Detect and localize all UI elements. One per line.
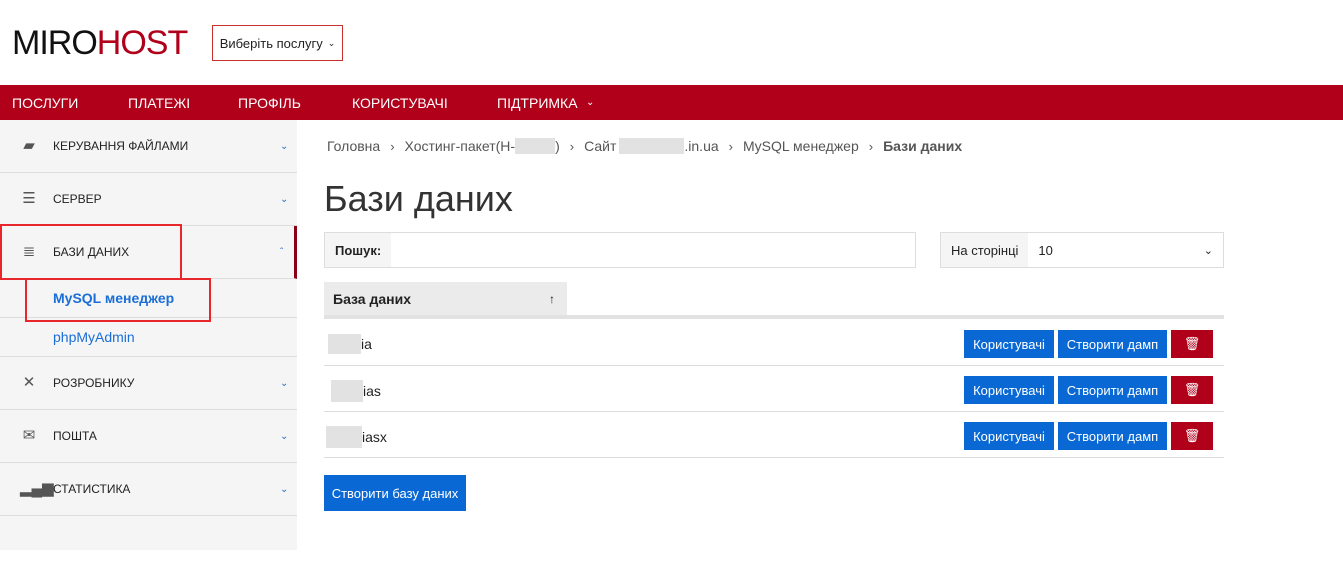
create-database-button[interactable]: Створити базу даних [324, 475, 466, 511]
highlight-box [25, 278, 211, 322]
table-row: iasx Користувачі Створити дамп 🗑 [324, 412, 1224, 458]
chevron-right-icon: › [569, 138, 575, 154]
trash-icon: 🗑 [1183, 336, 1201, 351]
delete-button[interactable]: 🗑 [1171, 330, 1213, 358]
logo[interactable]: MIROHOST [12, 26, 188, 60]
table-row: ias Користувачі Створити дамп 🗑 [324, 366, 1224, 412]
database-name: ias [331, 380, 381, 402]
sidebar-item-stats[interactable]: ▂▄▆ СТАТИСТИКА ⌄ [0, 463, 297, 516]
mail-icon: ✉ [22, 427, 36, 444]
chevron-down-icon: ⌄ [327, 37, 336, 48]
per-page-label: На сторінці [941, 233, 1029, 267]
chevron-down-icon: ⌄ [586, 97, 595, 108]
chevron-down-icon: ⌄ [1203, 244, 1213, 257]
nav-users[interactable]: КОРИСТУВАЧІ [352, 95, 448, 111]
sort-icon: ↑ [549, 292, 555, 306]
sidebar-item-label: РОЗРОБНИКУ [53, 376, 135, 390]
breadcrumb-site[interactable]: Сайт [584, 138, 616, 154]
sidebar-item-label: КЕРУВАННЯ ФАЙЛАМИ [53, 139, 189, 153]
chevron-right-icon: › [390, 138, 395, 154]
column-header-database[interactable]: База даних ↑ [324, 282, 567, 316]
chevron-up-icon: ˆ [280, 246, 284, 258]
header-divider [324, 315, 1224, 319]
users-button[interactable]: Користувачі [964, 376, 1054, 404]
search-field[interactable]: Пошук: [324, 232, 916, 268]
chart-icon: ▂▄▆ [20, 480, 54, 497]
page-title: Бази даних [324, 178, 513, 219]
sidebar-item-label: ПОШТА [53, 429, 97, 443]
trash-icon: 🗑 [1183, 428, 1201, 443]
table-row: ia Користувачі Створити дамп 🗑 [324, 320, 1224, 366]
chevron-down-icon: ⌄ [280, 377, 289, 389]
service-select-label: Виберіть послугу [219, 35, 323, 51]
create-dump-button[interactable]: Створити дамп [1058, 376, 1167, 404]
create-dump-button[interactable]: Створити дамп [1058, 330, 1167, 358]
chevron-down-icon: ⌄ [280, 430, 289, 442]
sidebar: ▰ КЕРУВАННЯ ФАЙЛАМИ ⌄ ☰ СЕРВЕР ⌄ ≣ БАЗИ ДАНИХ… [0, 120, 297, 550]
breadcrumb-mysql[interactable]: MySQL менеджер [743, 138, 859, 154]
chevron-down-icon: ⌄ [280, 483, 289, 495]
nav-payments[interactable]: ПЛАТЕЖІ [128, 95, 190, 111]
nav-services[interactable]: ПОСЛУГИ [12, 95, 78, 111]
breadcrumb-home[interactable]: Головна [327, 138, 380, 154]
trash-icon: 🗑 [1183, 382, 1201, 397]
delete-button[interactable]: 🗑 [1171, 376, 1213, 404]
server-icon: ☰ [22, 190, 36, 207]
breadcrumb-current: Бази даних [883, 138, 963, 154]
users-button[interactable]: Користувачі [964, 330, 1054, 358]
sidebar-item-files[interactable]: ▰ КЕРУВАННЯ ФАЙЛАМИ ⌄ [0, 120, 297, 173]
chevron-down-icon: ⌄ [280, 193, 289, 205]
per-page-select[interactable]: На сторінці 10 ⌄ [940, 232, 1224, 268]
breadcrumb-text: ) [555, 138, 560, 154]
breadcrumb-hosting[interactable]: Хостинг-пакет(Н- [405, 138, 516, 154]
breadcrumb-text: .in.ua [684, 138, 719, 154]
chevron-down-icon: ⌄ [280, 140, 289, 152]
create-dump-button[interactable]: Створити дамп [1058, 422, 1167, 450]
tools-icon: ✕ [22, 374, 36, 391]
sidebar-sub-label: phpMyAdmin [53, 329, 135, 345]
sidebar-item-label: СЕРВЕР [53, 192, 102, 206]
chevron-right-icon: › [868, 138, 874, 154]
breadcrumb: Головна › Хостинг-пакет(Н-) › Сайт .in.ua › … [327, 138, 962, 154]
sidebar-item-server[interactable]: ☰ СЕРВЕР ⌄ [0, 173, 297, 226]
top-nav: ПОСЛУГИ ПЛАТЕЖІ ПРОФІЛЬ КОРИСТУВАЧІ ПІДТ… [0, 85, 1343, 120]
delete-button[interactable]: 🗑 [1171, 422, 1213, 450]
sidebar-item-mail[interactable]: ✉ ПОШТА ⌄ [0, 410, 297, 463]
service-select[interactable]: Виберіть послугу ⌄ [212, 25, 343, 61]
users-button[interactable]: Користувачі [964, 422, 1054, 450]
nav-support[interactable]: ПІДТРИМКА [497, 95, 578, 111]
folder-icon: ▰ [23, 137, 35, 154]
sidebar-item-label: СТАТИСТИКА [53, 482, 131, 496]
database-name: ia [328, 334, 372, 354]
search-label: Пошук: [325, 233, 392, 267]
sidebar-item-developer[interactable]: ✕ РОЗРОБНИКУ ⌄ [0, 357, 297, 410]
per-page-value: 10 [1038, 242, 1053, 258]
chevron-right-icon: › [728, 138, 733, 154]
nav-profile[interactable]: ПРОФІЛЬ [238, 95, 301, 111]
highlight-box [0, 224, 182, 280]
search-input[interactable] [391, 233, 915, 267]
column-header-label: База даних [333, 291, 411, 307]
database-name: iasx [326, 426, 387, 448]
sidebar-sub-phpmyadmin[interactable]: phpMyAdmin [0, 318, 297, 357]
